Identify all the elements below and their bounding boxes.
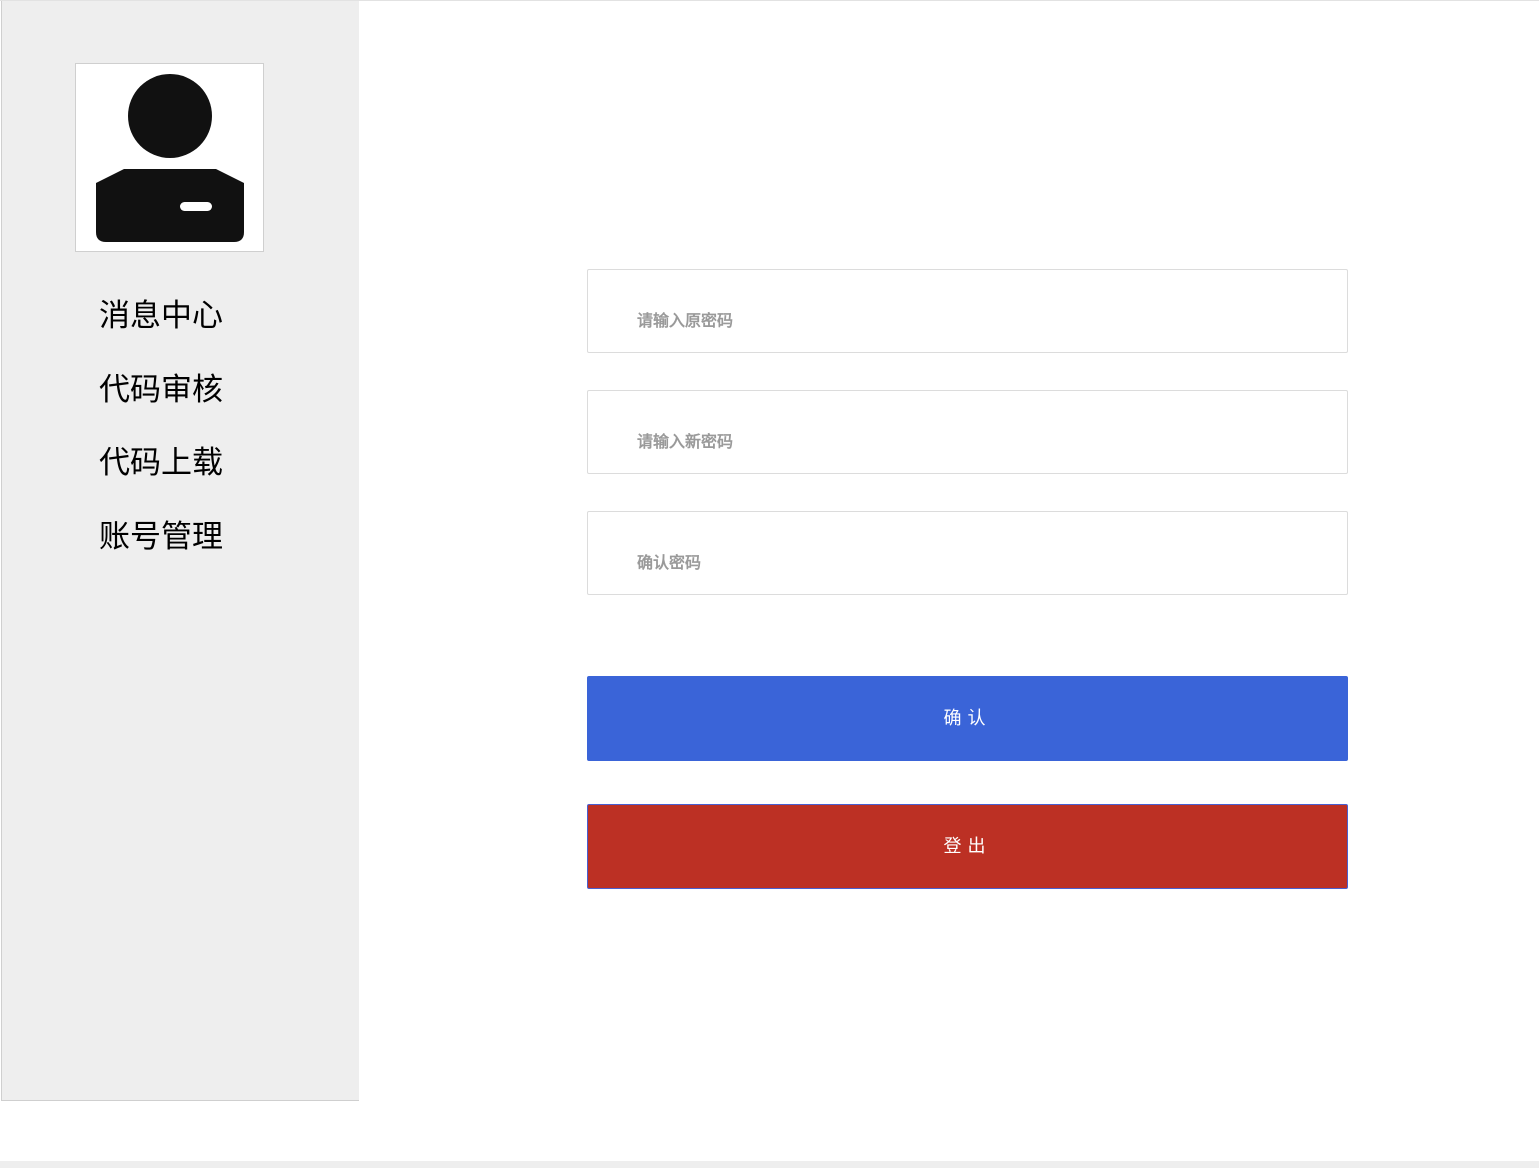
- sidebar-item-code-review[interactable]: 代码审核: [99, 367, 223, 413]
- new-password-field: [587, 390, 1348, 474]
- confirm-password-input[interactable]: [588, 512, 1347, 594]
- sidebar-item-account-management[interactable]: 账号管理: [99, 514, 223, 560]
- account-settings-page: 消息中心 代码审核 代码上载 账号管理 确认 登出: [0, 0, 1539, 1168]
- avatar[interactable]: [75, 63, 264, 252]
- sidebar-item-message-center[interactable]: 消息中心: [99, 293, 223, 339]
- main-content: 确认 登出: [359, 1, 1539, 1161]
- new-password-input[interactable]: [588, 391, 1347, 473]
- bottom-strip: [0, 1161, 1539, 1168]
- sidebar-nav: 消息中心 代码审核 代码上载 账号管理: [99, 293, 223, 587]
- sidebar-item-code-upload[interactable]: 代码上载: [99, 440, 223, 486]
- logout-button[interactable]: 登出: [587, 804, 1348, 889]
- user-avatar-icon: [96, 74, 244, 242]
- confirm-button[interactable]: 确认: [587, 676, 1348, 761]
- old-password-input[interactable]: [588, 270, 1347, 352]
- confirm-password-field: [587, 511, 1348, 595]
- old-password-field: [587, 269, 1348, 353]
- sidebar: 消息中心 代码审核 代码上载 账号管理: [1, 1, 360, 1101]
